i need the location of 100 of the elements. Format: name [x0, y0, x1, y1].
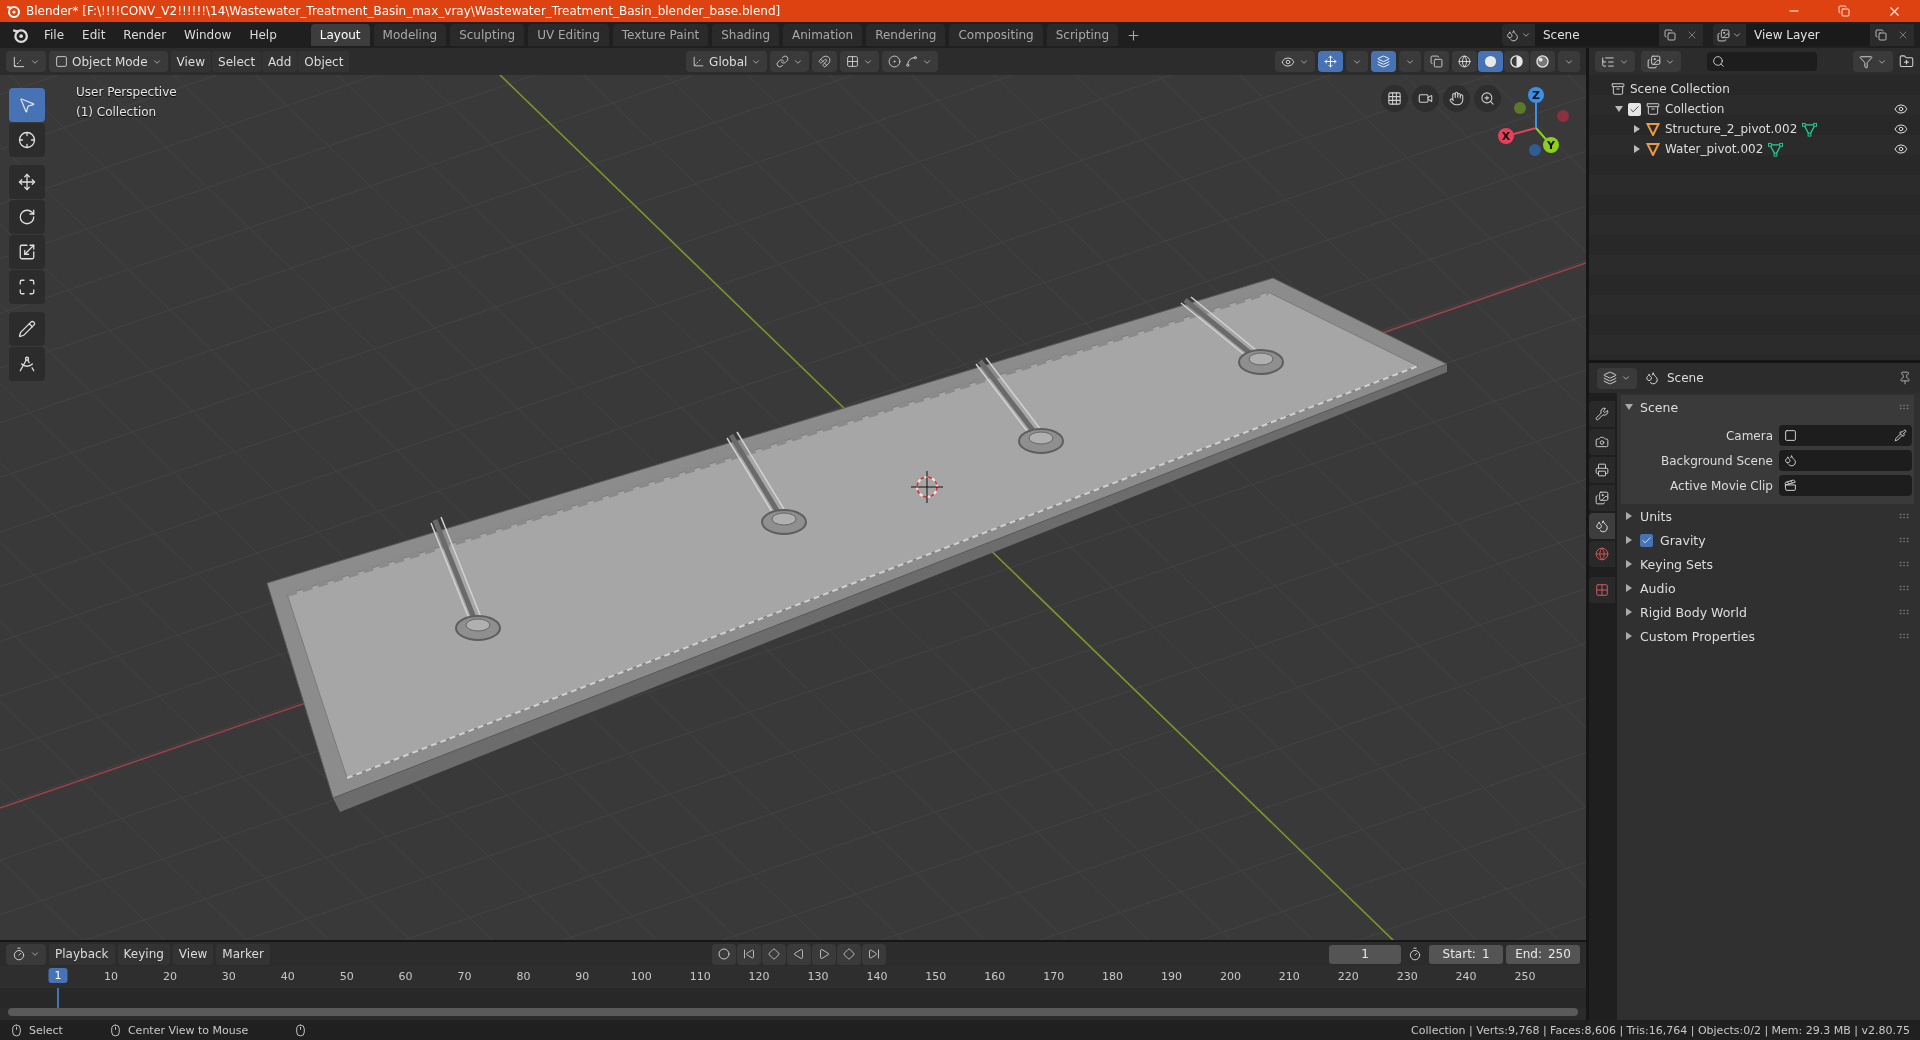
disclosure-triangle-icon[interactable] — [1633, 125, 1641, 133]
start-frame-field[interactable]: Start: 1 — [1429, 944, 1503, 964]
header-menu[interactable]: Add — [262, 51, 298, 72]
mode-dropdown[interactable]: Object Mode — [49, 51, 168, 72]
disclosure-triangle-icon[interactable] — [1625, 536, 1633, 544]
panel-header[interactable]: Audio — [1621, 576, 1914, 600]
header-menu[interactable]: View — [172, 943, 214, 965]
scene-browse-button[interactable] — [1502, 24, 1535, 46]
previous-keyframe-button[interactable] — [762, 943, 787, 965]
header-menu[interactable]: Keying — [117, 943, 170, 965]
eye-icon[interactable] — [1894, 102, 1908, 116]
shading-mode-button[interactable] — [1452, 51, 1477, 72]
panel-header[interactable]: Keying Sets — [1621, 552, 1914, 576]
tool-button[interactable] — [9, 123, 45, 157]
workspace-tab[interactable]: Texture Paint — [612, 24, 709, 46]
disclosure-triangle-icon[interactable] — [1625, 560, 1633, 568]
panel-header[interactable]: Rigid Body World — [1621, 600, 1914, 624]
filter-button[interactable] — [1853, 51, 1893, 72]
menu-item[interactable]: File — [36, 24, 73, 46]
menu-item[interactable]: Help — [241, 24, 285, 46]
playhead-frame[interactable]: 1 — [48, 968, 68, 983]
properties-tab[interactable] — [1589, 401, 1615, 427]
checkbox[interactable] — [1640, 533, 1653, 547]
outliner-row[interactable]: Structure_2_pivot.002 — [1589, 119, 1920, 139]
pivot-dropdown[interactable] — [770, 51, 810, 72]
header-menu[interactable]: Marker — [216, 943, 270, 965]
current-frame-field[interactable]: 1 — [1329, 944, 1401, 964]
workspace-tab[interactable]: Layout — [310, 24, 370, 46]
tool-button[interactable] — [9, 312, 45, 346]
object-field[interactable] — [1779, 425, 1912, 446]
jump-start-button[interactable] — [737, 943, 762, 965]
panel-header[interactable]: Scene — [1621, 395, 1914, 419]
disclosure-triangle-icon[interactable] — [1625, 632, 1633, 640]
new-scene-button[interactable] — [1659, 24, 1681, 46]
gizmo-toggle[interactable] — [1318, 51, 1343, 72]
snap-target-dropdown[interactable] — [840, 51, 880, 72]
record-button[interactable] — [712, 943, 737, 965]
play-button[interactable] — [812, 943, 837, 965]
object-field[interactable] — [1779, 475, 1912, 496]
properties-tab[interactable] — [1589, 429, 1615, 455]
eye-icon[interactable] — [1894, 142, 1908, 156]
workspace-tab[interactable]: UV Editing — [528, 24, 609, 46]
panel-header[interactable]: Gravity — [1621, 528, 1914, 552]
proportional-edit-button[interactable] — [882, 51, 939, 72]
perspective-toggle-button[interactable] — [1381, 85, 1408, 112]
workspace-tab[interactable]: Sculpting — [450, 24, 525, 46]
tool-button[interactable] — [9, 347, 45, 381]
delete-view-layer-button[interactable] — [1892, 24, 1914, 46]
disclosure-triangle-icon[interactable] — [1625, 403, 1633, 411]
workspace-tab[interactable]: Animation — [783, 24, 863, 46]
pin-icon[interactable] — [1898, 371, 1912, 385]
search-field[interactable] — [1707, 52, 1817, 71]
overlay-toggle[interactable] — [1371, 51, 1396, 72]
scene-name-field[interactable]: Scene — [1535, 24, 1659, 46]
workspace-tab[interactable]: Modeling — [373, 24, 447, 46]
header-menu[interactable]: Object — [298, 51, 350, 72]
play-reverse-button[interactable] — [787, 943, 812, 965]
header-menu[interactable]: Select — [212, 51, 262, 72]
disclosure-triangle-icon[interactable] — [1615, 105, 1623, 113]
display-mode-button[interactable] — [1641, 51, 1681, 72]
jump-end-button[interactable] — [862, 943, 887, 965]
next-keyframe-button[interactable] — [837, 943, 862, 965]
header-menu[interactable]: Playback — [49, 943, 115, 965]
shading-mode-button[interactable] — [1504, 51, 1529, 72]
view-layer-name-field[interactable]: View Layer — [1746, 24, 1870, 46]
xray-toggle[interactable] — [1424, 51, 1449, 72]
timeline-scrollbar[interactable] — [8, 1008, 1578, 1016]
menu-item[interactable]: Edit — [74, 24, 114, 46]
disclosure-triangle-icon[interactable] — [1625, 584, 1633, 592]
outliner-row[interactable]: Water_pivot.002 — [1589, 139, 1920, 159]
panel-header[interactable]: Units — [1621, 504, 1914, 528]
editor-type-button[interactable] — [1595, 51, 1635, 72]
properties-tab[interactable] — [1589, 485, 1615, 511]
add-icon[interactable] — [1126, 27, 1142, 43]
visibility-dropdown[interactable] — [1275, 51, 1315, 72]
tool-button[interactable] — [9, 200, 45, 234]
editor-type-button[interactable] — [6, 51, 46, 72]
shading-mode-button[interactable] — [1530, 51, 1555, 72]
workspace-tab[interactable]: Rendering — [866, 24, 946, 46]
menu-item[interactable]: Render — [115, 24, 175, 46]
workspace-tab[interactable]: Shading — [712, 24, 779, 46]
orientation-dropdown[interactable]: Global — [686, 51, 768, 72]
menu-item[interactable]: Window — [176, 24, 240, 46]
snap-button[interactable] — [812, 51, 838, 72]
shading-mode-button[interactable] — [1478, 51, 1503, 72]
view-layer-browse-button[interactable] — [1713, 24, 1746, 46]
delete-scene-button[interactable] — [1681, 24, 1703, 46]
outliner-row[interactable]: Scene Collection — [1589, 79, 1920, 99]
properties-tab[interactable] — [1589, 541, 1615, 567]
disclosure-triangle-icon[interactable] — [1625, 608, 1633, 616]
workspace-tab[interactable]: Scripting — [1046, 24, 1119, 46]
disclosure-triangle-icon[interactable] — [1625, 512, 1633, 520]
properties-tab[interactable] — [1589, 513, 1615, 539]
editor-type-button[interactable] — [6, 943, 46, 965]
editor-type-button[interactable] — [1597, 367, 1637, 389]
workspace-tab[interactable]: Compositing — [949, 24, 1043, 46]
properties-tab[interactable] — [1589, 457, 1615, 483]
tool-button[interactable] — [9, 165, 45, 199]
outliner-row[interactable]: Collection — [1589, 99, 1920, 119]
new-view-layer-button[interactable] — [1870, 24, 1892, 46]
